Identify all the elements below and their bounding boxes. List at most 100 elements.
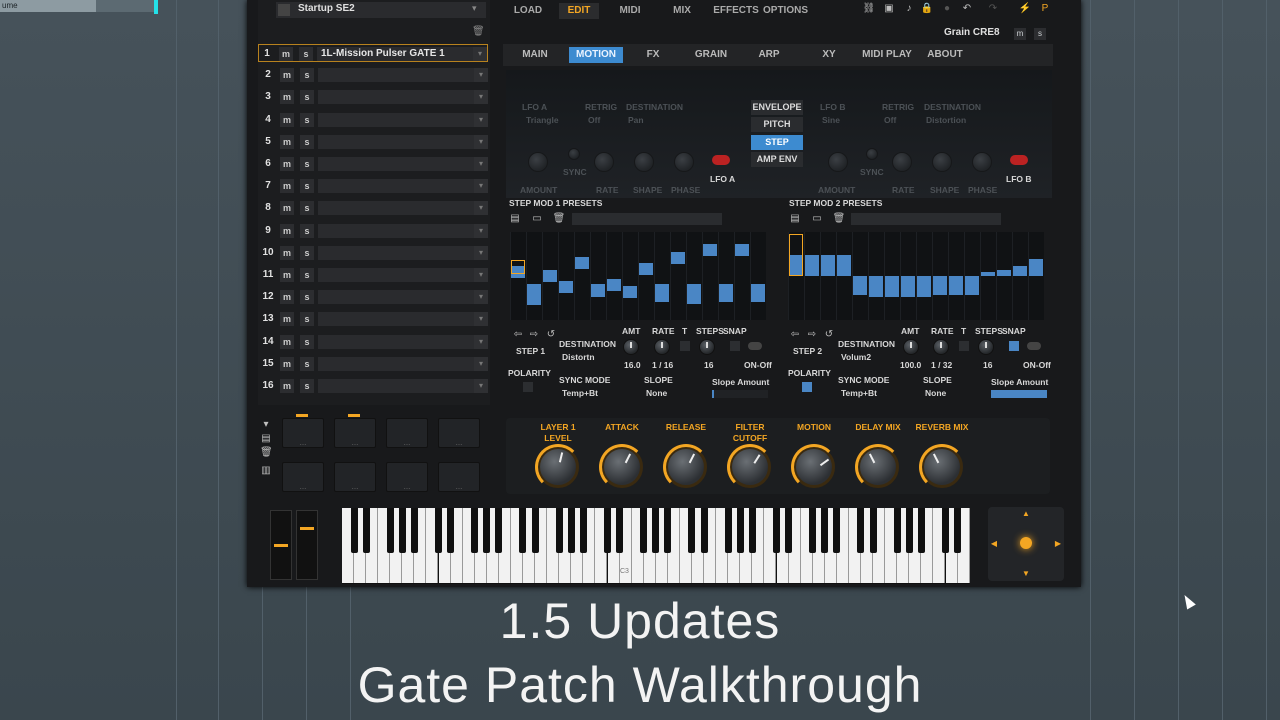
- step-bar[interactable]: [719, 284, 733, 303]
- slot-solo-button[interactable]: s: [300, 179, 314, 194]
- step-bar[interactable]: [885, 276, 899, 297]
- slot-instrument-name[interactable]: [318, 312, 474, 327]
- piano-black-key[interactable]: [398, 508, 406, 553]
- piano-black-key[interactable]: [869, 508, 877, 553]
- step-bar[interactable]: [591, 284, 605, 298]
- piano-black-key[interactable]: [748, 508, 756, 553]
- slot-row[interactable]: 15 m s ▾: [260, 355, 488, 373]
- chevron-down-icon[interactable]: ▾: [474, 112, 488, 127]
- reset-icon[interactable]: ↺: [545, 328, 557, 342]
- slot-mute-button[interactable]: m: [280, 290, 294, 305]
- slot-instrument-name[interactable]: [318, 290, 474, 305]
- step-bar[interactable]: [527, 284, 541, 306]
- step2-snap-toggle[interactable]: [1009, 341, 1019, 351]
- pitch-wheel[interactable]: [270, 510, 292, 580]
- step-bar[interactable]: [639, 262, 653, 275]
- step1-steps-knob[interactable]: [699, 339, 715, 355]
- piano-black-key[interactable]: [857, 508, 865, 553]
- tab-mix[interactable]: MIX: [663, 3, 701, 19]
- lfo-b-shape-knob[interactable]: [932, 152, 952, 172]
- chevron-down-icon[interactable]: ▾: [474, 90, 488, 105]
- piano-black-key[interactable]: [603, 508, 611, 553]
- trash-icon[interactable]: 🗑: [472, 26, 485, 37]
- slot-solo-button[interactable]: s: [300, 379, 314, 393]
- arrow-left-icon[interactable]: ⇦: [789, 328, 801, 342]
- slot-instrument-name[interactable]: [318, 179, 474, 194]
- piano-black-key[interactable]: [688, 508, 696, 553]
- tab-midi-play[interactable]: MIDI PLAY: [859, 47, 915, 63]
- piano-black-key[interactable]: [664, 508, 672, 553]
- slot-instrument-name[interactable]: 1L-Mission Pulser GATE 1: [317, 47, 473, 61]
- piano-black-key[interactable]: [471, 508, 479, 553]
- multi-preset-selector[interactable]: Startup SE2 ▾: [276, 2, 486, 18]
- piano-black-key[interactable]: [954, 508, 961, 553]
- step2-sequencer[interactable]: [788, 232, 1044, 320]
- piano-black-key[interactable]: [724, 508, 732, 553]
- chevron-down-icon[interactable]: ▾: [474, 245, 488, 260]
- slot-mute-button[interactable]: m: [280, 112, 294, 127]
- step-bar[interactable]: [949, 276, 963, 295]
- slot-instrument-name[interactable]: [318, 134, 474, 149]
- arrow-right-icon[interactable]: ⇨: [528, 328, 540, 342]
- piano-black-key[interactable]: [495, 508, 503, 553]
- slot-mute-button[interactable]: m: [280, 223, 294, 238]
- step-bar[interactable]: [687, 284, 701, 305]
- slot-mute-button[interactable]: m: [280, 157, 294, 171]
- mod-wheel[interactable]: [296, 510, 318, 580]
- step-bar[interactable]: [997, 269, 1011, 276]
- step-bar[interactable]: [751, 284, 765, 303]
- macro-knob[interactable]: [791, 444, 837, 490]
- slot-row[interactable]: 11 m s ▾: [260, 266, 488, 284]
- slot-row[interactable]: 10 m s ▾: [260, 244, 488, 262]
- piano-black-key[interactable]: [483, 508, 491, 553]
- slot-mute-button[interactable]: m: [280, 379, 294, 393]
- panic-icon[interactable]: P: [1038, 2, 1052, 16]
- macro-knob[interactable]: [727, 444, 773, 490]
- piano-black-key[interactable]: [519, 508, 527, 553]
- slot-row[interactable]: 3 m s ▾: [260, 88, 488, 106]
- step-bar[interactable]: [575, 256, 589, 269]
- chevron-down-icon[interactable]: ▾: [474, 179, 488, 194]
- slot-instrument-name[interactable]: [318, 379, 474, 393]
- tab-edit[interactable]: EDIT: [559, 3, 599, 19]
- lfo-b-destination-select[interactable]: Distortion: [926, 115, 966, 125]
- pad[interactable]: ...: [334, 462, 376, 492]
- slot-solo-button[interactable]: s: [300, 90, 314, 105]
- slot-mute-button[interactable]: m: [280, 245, 294, 260]
- piano-black-key[interactable]: [772, 508, 780, 553]
- step1-onoff-toggle[interactable]: [748, 342, 762, 350]
- piano-black-key[interactable]: [616, 508, 624, 553]
- lfo-a-sync-knob[interactable]: [568, 148, 580, 160]
- piano-black-key[interactable]: [386, 508, 394, 553]
- piano-black-key[interactable]: [905, 508, 913, 553]
- browser-icon[interactable]: ▣: [882, 2, 896, 16]
- piano-black-key[interactable]: [736, 508, 744, 553]
- arrow-left-icon[interactable]: ⇦: [512, 328, 524, 342]
- save-icon[interactable]: [278, 4, 290, 16]
- slot-mute-button[interactable]: m: [279, 47, 293, 61]
- instrument-solo-button[interactable]: s: [1034, 28, 1046, 40]
- step2-slope-select[interactable]: None: [925, 388, 946, 398]
- lock-icon[interactable]: 🔒: [920, 2, 934, 16]
- step1-sync-mode-select[interactable]: Temp+Bt: [562, 388, 598, 398]
- step1-rate-knob[interactable]: [654, 339, 670, 355]
- step-bar[interactable]: [981, 272, 995, 276]
- step-bar[interactable]: [671, 252, 685, 265]
- slot-solo-button[interactable]: s: [300, 290, 314, 305]
- tab-main[interactable]: MAIN: [511, 47, 559, 63]
- piano-keyboard[interactable]: [342, 508, 970, 584]
- slot-instrument-name[interactable]: [318, 157, 474, 171]
- slot-row[interactable]: 16 m s ▾: [260, 377, 488, 395]
- lfo-a-toggle[interactable]: [712, 155, 730, 165]
- instrument-mute-button[interactable]: m: [1014, 28, 1026, 40]
- step-bar[interactable]: [837, 255, 851, 276]
- slot-solo-button[interactable]: s: [300, 157, 314, 171]
- mod-pitch-button[interactable]: PITCH: [751, 117, 803, 132]
- pad[interactable]: ...: [282, 418, 324, 448]
- tab-grain[interactable]: GRAIN: [685, 47, 737, 63]
- step-bar[interactable]: [607, 278, 621, 291]
- chevron-down-icon[interactable]: ▾: [474, 379, 488, 393]
- lfo-b-sync-knob[interactable]: [866, 148, 878, 160]
- step2-rate-knob[interactable]: [933, 339, 949, 355]
- step-bar[interactable]: [543, 270, 557, 282]
